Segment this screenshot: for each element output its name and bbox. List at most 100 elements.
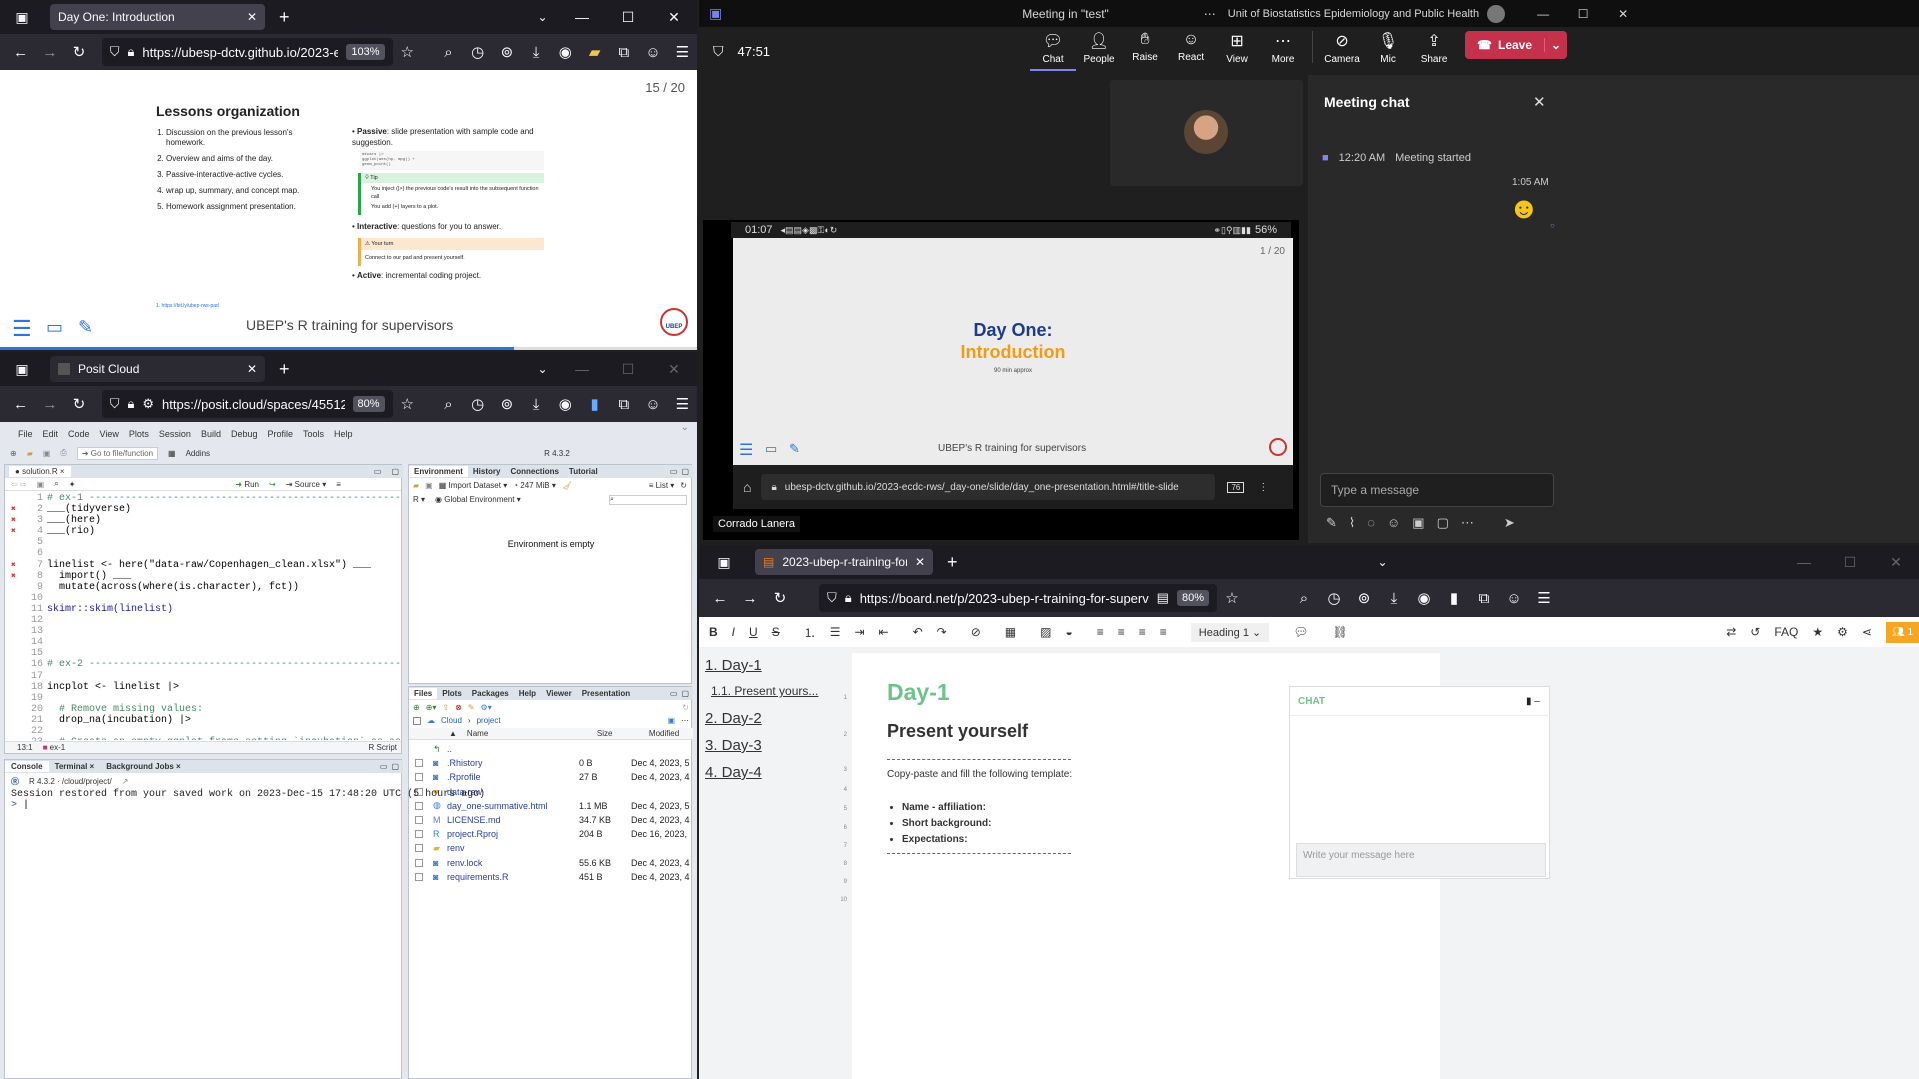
- reader-view-icon[interactable]: ▤: [1157, 590, 1169, 606]
- file-row[interactable]: ◙ .Rhistory 0 B Dec 4, 2023, 5: [409, 756, 693, 770]
- code-line[interactable]: [47, 548, 401, 559]
- download-icon[interactable]: ⤓: [1379, 590, 1409, 607]
- import-export-icon[interactable]: ⇄: [1726, 625, 1736, 639]
- phone-url-text[interactable]: ubesp-dctv.github.io/2023-ecdc-rws/_day-…: [785, 482, 1179, 493]
- file-checkbox[interactable]: [415, 759, 423, 768]
- footnote-link[interactable]: 1. https://bit.ly/ubep-rws-pad: [156, 303, 219, 309]
- error-icon[interactable]: ✖: [11, 504, 16, 515]
- file-row[interactable]: ▰ renv: [409, 841, 693, 855]
- maximize-pane-icon[interactable]: ▢: [681, 467, 689, 476]
- scope-indicator[interactable]: ■ ex-1: [43, 743, 66, 752]
- file-name[interactable]: day_one-summative.html: [447, 801, 579, 811]
- code-line[interactable]: [47, 615, 401, 626]
- file-name[interactable]: renv.lock: [447, 858, 579, 868]
- rename-icon[interactable]: ✎: [468, 703, 475, 712]
- file-row[interactable]: M LICENSE.md 34.7 KB Dec 4, 2023, 4: [409, 813, 693, 827]
- menu-plots[interactable]: Plots: [129, 429, 149, 439]
- minimize-button[interactable]: —: [1523, 7, 1563, 21]
- url-bar[interactable]: ⛉ 🔒︎ https://ubesp-dctv.github.io/2023-e…: [101, 38, 393, 66]
- menu-code[interactable]: Code: [68, 429, 90, 439]
- underline-icon[interactable]: U: [749, 625, 758, 639]
- shield-icon[interactable]: ⛉: [827, 590, 837, 606]
- menu-debug[interactable]: Debug: [231, 429, 258, 439]
- minimize-pane-icon[interactable]: ▭: [380, 762, 388, 771]
- zoom-indicator[interactable]: 80%: [1176, 590, 1209, 606]
- breadcrumb-cloud[interactable]: Cloud: [441, 716, 462, 725]
- align-center-icon[interactable]: ≡: [1118, 625, 1125, 639]
- url-bar[interactable]: ⛉ 🔒︎ ⚙ https://posit.cloud/spaces/45512 …: [101, 390, 393, 418]
- toc-item[interactable]: 4. Day-4: [705, 764, 845, 781]
- menu-build[interactable]: Build: [201, 429, 221, 439]
- image-icon[interactable]: ▨: [1040, 625, 1051, 639]
- source-button[interactable]: ⇥ Source ▾: [286, 480, 327, 489]
- reader-icon[interactable]: ▮: [580, 395, 609, 413]
- code-line[interactable]: # ex-1 ---------------------------------…: [47, 493, 401, 504]
- profile-avatar-icon[interactable]: ☺: [1499, 590, 1529, 607]
- tab-active[interactable]: Day One: Introduction ✕: [50, 4, 265, 30]
- doc-paragraph[interactable]: Copy-paste and fill the following templa…: [887, 769, 1072, 780]
- menu-tools[interactable]: Tools: [303, 429, 324, 439]
- puzzle-icon[interactable]: ⧉: [609, 44, 638, 61]
- puzzle-icon[interactable]: ⧉: [1469, 590, 1499, 607]
- code-line[interactable]: skimr::skim(linelist): [47, 604, 401, 615]
- tab-packages[interactable]: Packages: [467, 688, 514, 699]
- rerun-icon[interactable]: ↪: [269, 480, 276, 489]
- share-button[interactable]: ⇪ Share: [1411, 31, 1457, 71]
- emoji-icon[interactable]: ☺: [1387, 515, 1400, 531]
- code-line[interactable]: mutate(across(where(is.character), fct)): [47, 582, 401, 593]
- more-icon[interactable]: ⋯: [681, 716, 689, 725]
- file-row[interactable]: ◙ renv.lock 55.6 KB Dec 4, 2023, 4: [409, 856, 693, 870]
- close-button[interactable]: ✕: [651, 9, 697, 26]
- doc-heading-2[interactable]: Present yourself: [887, 721, 1028, 742]
- upload-icon[interactable]: ⇪: [442, 703, 449, 712]
- url-bar[interactable]: ⛉ 🔒︎ https://board.net/p/2023-ubep-r-tra…: [819, 584, 1217, 612]
- file-checkbox[interactable]: [415, 858, 423, 867]
- phone-menu-icon[interactable]: ⋮: [1258, 482, 1268, 493]
- puzzle-icon[interactable]: ⧉: [609, 396, 638, 413]
- maximize-button[interactable]: ☐: [1563, 7, 1603, 21]
- more-options-icon[interactable]: ⋯: [1204, 7, 1216, 21]
- code-line[interactable]: incplot <- linelist |>: [47, 682, 401, 693]
- error-icon[interactable]: ✖: [11, 560, 16, 571]
- react-button[interactable]: ☺ React: [1168, 31, 1214, 71]
- close-button[interactable]: ✕: [1603, 7, 1643, 21]
- attach-icon[interactable]: ⌇: [1349, 515, 1355, 531]
- toc-item[interactable]: 1. Day-1: [705, 657, 845, 674]
- users-button[interactable]: 👥︎ 1: [1885, 621, 1919, 643]
- close-tab-icon[interactable]: ✕: [247, 362, 257, 376]
- menu-icon[interactable]: ☰: [1529, 589, 1559, 607]
- select-all-checkbox[interactable]: [413, 716, 421, 725]
- unordered-list-icon[interactable]: ☰: [830, 625, 841, 639]
- sticker-icon[interactable]: ▢: [1437, 515, 1449, 531]
- new-tab-button[interactable]: +: [947, 552, 958, 573]
- tab-help[interactable]: Help: [514, 688, 541, 699]
- ordered-list-icon[interactable]: ⒈: [804, 624, 816, 641]
- file-checkbox[interactable]: [415, 816, 423, 825]
- url-text[interactable]: https://posit.cloud/spaces/45512: [162, 397, 344, 412]
- profile-avatar-icon[interactable]: ☺: [638, 44, 667, 61]
- error-icon[interactable]: ✖: [11, 571, 16, 582]
- import-dataset-button[interactable]: ▦ Import Dataset ▾: [439, 481, 508, 490]
- bookmark-star-icon[interactable]: ☆: [1217, 589, 1247, 607]
- find-icon[interactable]: ⌕: [54, 479, 58, 489]
- comment-icon[interactable]: 💬︎: [1293, 625, 1308, 639]
- tab-active[interactable]: Posit Cloud ✕: [50, 356, 265, 382]
- file-name[interactable]: .Rhistory: [447, 758, 579, 768]
- tab-tutorial[interactable]: Tutorial: [564, 466, 603, 477]
- tab-active[interactable]: ▤ 2023-ubep-r-training-for-super ✕: [755, 549, 933, 575]
- pad-chat-input[interactable]: Write your message here: [1296, 843, 1546, 877]
- bookmark-star-icon[interactable]: ☆: [393, 43, 422, 61]
- tab-viewer[interactable]: Viewer: [541, 688, 577, 699]
- bullet-item[interactable]: Name - affiliation:: [902, 800, 991, 816]
- menu-session[interactable]: Session: [159, 429, 191, 439]
- bullet-item[interactable]: Short background:: [902, 816, 991, 832]
- justify-icon[interactable]: ≡: [1160, 625, 1167, 639]
- doc-heading-1[interactable]: Day-1: [887, 679, 950, 706]
- phone-slide-pen-icon[interactable]: ✎: [789, 441, 800, 457]
- message-input[interactable]: Type a message: [1320, 473, 1554, 507]
- code-line[interactable]: # Remove missing values:: [47, 704, 401, 715]
- tab-console[interactable]: Console: [5, 761, 49, 772]
- error-icon[interactable]: ✖: [11, 515, 16, 526]
- forward-icon[interactable]: →: [735, 590, 765, 607]
- code-line[interactable]: [47, 593, 401, 604]
